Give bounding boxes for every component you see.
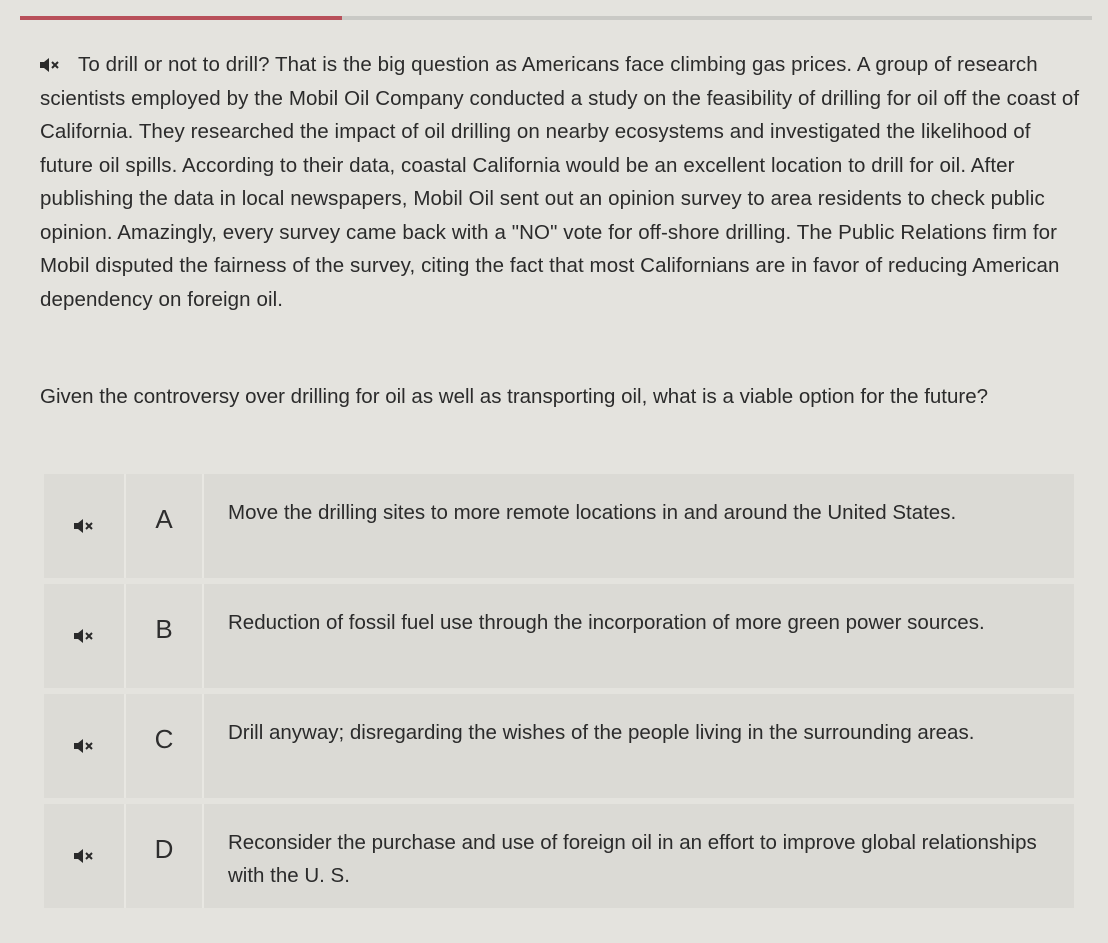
choice-c-audio-button[interactable] <box>44 694 126 798</box>
choice-b[interactable]: B Reduction of fossil fuel use through t… <box>44 584 1074 688</box>
speaker-muted-icon[interactable] <box>39 56 61 74</box>
choice-c[interactable]: C Drill anyway; disregarding the wishes … <box>44 694 1074 798</box>
speaker-muted-icon <box>73 847 95 865</box>
passage: To drill or not to drill? That is the bi… <box>40 48 1080 316</box>
choice-text[interactable]: Reconsider the purchase and use of forei… <box>204 804 1074 908</box>
choice-d-audio-button[interactable] <box>44 804 126 908</box>
choice-d[interactable]: D Reconsider the purchase and use of for… <box>44 804 1074 908</box>
progress-bar <box>20 16 1092 20</box>
choice-text[interactable]: Drill anyway; disregarding the wishes of… <box>204 694 1074 798</box>
choice-a-audio-button[interactable] <box>44 474 126 578</box>
choice-letter: D <box>126 804 204 908</box>
choice-letter: A <box>126 474 204 578</box>
speaker-muted-icon <box>73 737 95 755</box>
choice-text[interactable]: Move the drilling sites to more remote l… <box>204 474 1074 578</box>
choice-text[interactable]: Reduction of fossil fuel use through the… <box>204 584 1074 688</box>
choice-b-audio-button[interactable] <box>44 584 126 688</box>
choice-a[interactable]: A Move the drilling sites to more remote… <box>44 474 1074 578</box>
question-text: Given the controversy over drilling for … <box>40 385 989 408</box>
progress-bar-fill <box>20 16 342 20</box>
choice-letter: C <box>126 694 204 798</box>
choice-letter: B <box>126 584 204 688</box>
answer-choices: A Move the drilling sites to more remote… <box>44 474 1074 914</box>
passage-text: To drill or not to drill? That is the bi… <box>40 53 1080 311</box>
speaker-muted-icon <box>73 627 95 645</box>
speaker-muted-icon <box>73 517 95 535</box>
